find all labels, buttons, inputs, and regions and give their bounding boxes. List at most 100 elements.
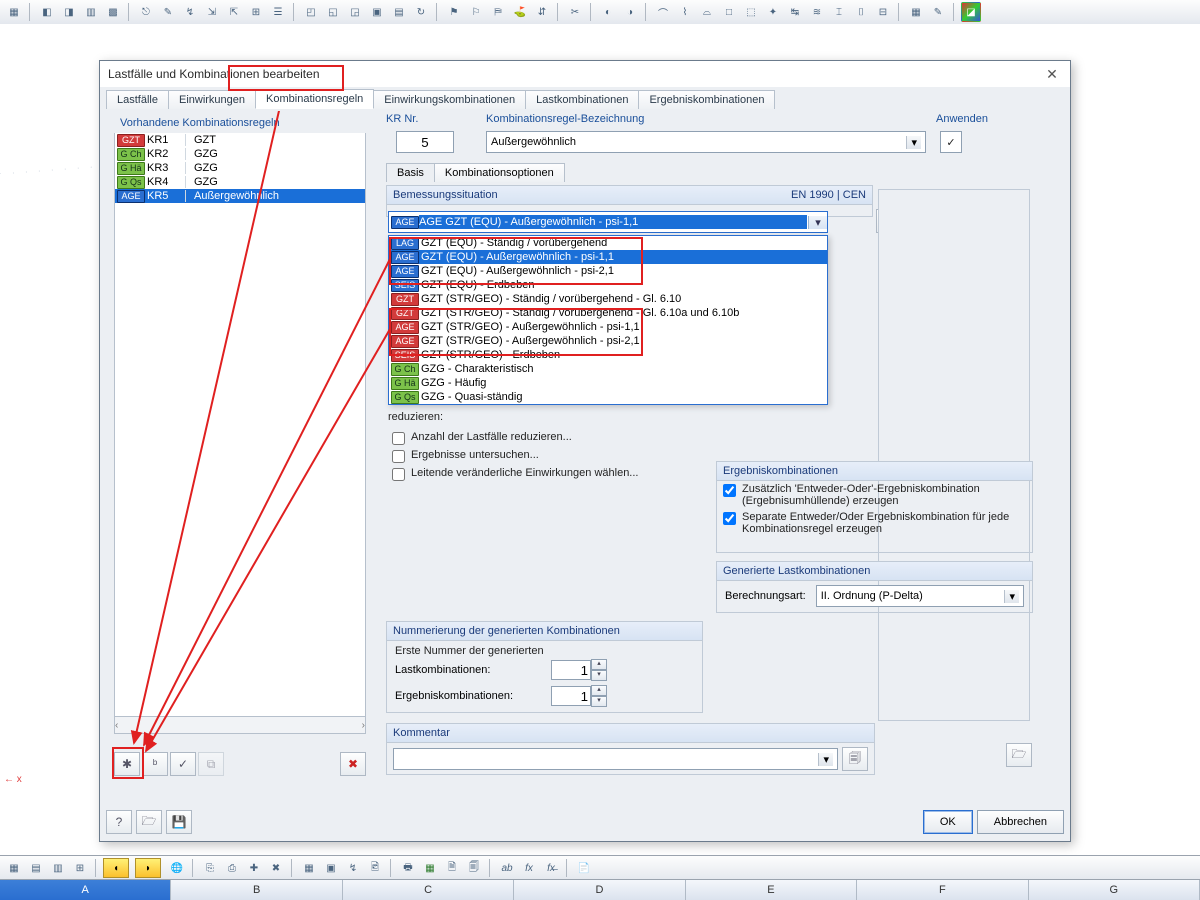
- toolbar-button[interactable]: ↹: [785, 2, 805, 22]
- dropdown-item[interactable]: AGEGZT (EQU) - Außergewöhnlich - psi-2,1: [389, 264, 827, 278]
- rule-row[interactable]: G ChKR2GZG: [115, 147, 365, 161]
- toolbar-button[interactable]: ☰: [268, 2, 288, 22]
- dropdown-item[interactable]: SEISGZT (EQU) - Erdbeben: [389, 278, 827, 292]
- tab-lastkombinationen[interactable]: Lastkombinationen: [525, 90, 639, 109]
- dropdown-item[interactable]: AGEGZT (STR/GEO) - Außergewöhnlich - psi…: [389, 320, 827, 334]
- comment-pick-button[interactable]: 🗐: [842, 747, 868, 771]
- dropdown-item[interactable]: GZTGZT (STR/GEO) - Ständig / vorübergehe…: [389, 306, 827, 320]
- dropdown-item[interactable]: G QsGZG - Quasi-ständig: [389, 390, 827, 404]
- dropdown-item[interactable]: G ChGZG - Charakteristisch: [389, 362, 827, 376]
- column-header[interactable]: G: [1029, 880, 1200, 900]
- column-headers[interactable]: ABCDEFG: [0, 879, 1200, 900]
- toolbar-button[interactable]: ◐: [598, 2, 618, 22]
- toolbar-button[interactable]: ⇲: [202, 2, 222, 22]
- toolbar-button[interactable]: ◲: [345, 2, 365, 22]
- toolbar-button[interactable]: fx: [519, 858, 539, 878]
- toolbar-button[interactable]: fx̶: [541, 858, 561, 878]
- toolbar-button[interactable]: ▣: [321, 858, 341, 878]
- delete-button[interactable]: ✖: [340, 752, 366, 776]
- design-situation-dropdown[interactable]: LAGGZT (EQU) - Ständig / vorübergehendAG…: [388, 235, 828, 405]
- toolbar-button[interactable]: ↯: [343, 858, 363, 878]
- toolbar-button[interactable]: 🗐: [464, 858, 484, 878]
- column-header[interactable]: F: [857, 880, 1028, 900]
- calc-type-select[interactable]: II. Ordnung (P-Delta): [816, 585, 1024, 607]
- toolbar-button[interactable]: ▥: [81, 2, 101, 22]
- toolbar-button[interactable]: ◧: [37, 2, 57, 22]
- toolbar-button[interactable]: ▦: [420, 858, 440, 878]
- comment-combo[interactable]: [393, 748, 838, 770]
- ok-button[interactable]: OK: [923, 810, 973, 834]
- reduce-loadcases-checkbox[interactable]: Anzahl der Lastfälle reduzieren...: [386, 429, 696, 447]
- toolbar-button[interactable]: ⎘: [200, 858, 220, 878]
- toolbar-button[interactable]: ab: [497, 858, 517, 878]
- toolbar-button[interactable]: ⬚: [741, 2, 761, 22]
- dropdown-item[interactable]: SEISGZT (STR/GEO) - Erdbeben: [389, 348, 827, 362]
- column-header[interactable]: C: [343, 880, 514, 900]
- dropdown-item[interactable]: GZTGZT (STR/GEO) - Ständig / vorübergehe…: [389, 292, 827, 306]
- toolbar-button[interactable]: ⛳: [510, 2, 530, 22]
- toolbar-button[interactable]: ◑: [620, 2, 640, 22]
- column-header[interactable]: E: [686, 880, 857, 900]
- toolbar-button[interactable]: ▦: [4, 2, 24, 22]
- loadcomb-start-spinner[interactable]: ▴▾: [551, 659, 607, 681]
- separate-either-or-checkbox[interactable]: Separate Entweder/Oder Ergebniskombinati…: [717, 509, 1032, 537]
- toolbar-button[interactable]: ◱: [323, 2, 343, 22]
- toolbar-button[interactable]: ▣: [367, 2, 387, 22]
- toolbar-button[interactable]: ⚑: [444, 2, 464, 22]
- toolbar-button[interactable]: ⇱: [224, 2, 244, 22]
- either-or-checkbox[interactable]: Zusätzlich 'Entweder-Oder'-Ergebniskombi…: [717, 481, 1032, 509]
- toolbar-button[interactable]: ✂: [565, 2, 585, 22]
- toolbar-button[interactable]: ✖: [266, 858, 286, 878]
- dropdown-item[interactable]: G HäGZG - Häufig: [389, 376, 827, 390]
- toolbar-button[interactable]: ⊞: [246, 2, 266, 22]
- examine-results-checkbox[interactable]: Ergebnisse untersuchen...: [386, 447, 696, 465]
- toolbar-button[interactable]: ↯: [180, 2, 200, 22]
- toolbar-button[interactable]: 📄: [574, 858, 594, 878]
- close-icon[interactable]: ✕: [1042, 64, 1062, 84]
- toolbar-button[interactable]: ▦: [906, 2, 926, 22]
- leading-actions-checkbox[interactable]: Leitende veränderliche Einwirkungen wähl…: [386, 465, 696, 483]
- toolbar-button[interactable]: ▦: [299, 858, 319, 878]
- toolbar-button[interactable]: ◪: [961, 2, 981, 22]
- column-header[interactable]: D: [514, 880, 685, 900]
- mode-indicator[interactable]: ◖: [103, 858, 129, 878]
- toolbar-button[interactable]: ⚐: [466, 2, 486, 22]
- kr-nr-input[interactable]: [396, 131, 454, 153]
- mode-indicator[interactable]: ◗: [135, 858, 161, 878]
- toolbar-button[interactable]: ▦: [4, 858, 24, 878]
- rule-row[interactable]: G HäKR3GZG: [115, 161, 365, 175]
- toolbar-button[interactable]: ⊞: [70, 858, 90, 878]
- toolbar-button[interactable]: ↻: [411, 2, 431, 22]
- dropdown-item[interactable]: AGEGZT (EQU) - Außergewöhnlich - psi-1,1: [389, 250, 827, 264]
- chevron-down-icon[interactable]: ▾: [808, 216, 827, 229]
- toolbar-button[interactable]: ⇵: [532, 2, 552, 22]
- toolbar-button[interactable]: 🗎: [442, 858, 462, 878]
- subtab-basis[interactable]: Basis: [386, 163, 435, 182]
- toolbar-button[interactable]: ⎋: [136, 2, 156, 22]
- toolbar-button[interactable]: ⌇: [675, 2, 695, 22]
- save-button[interactable]: 💾: [166, 810, 192, 834]
- toolbar-button[interactable]: 🖶: [398, 858, 418, 878]
- subtab-kombinationsoptionen[interactable]: Kombinationsoptionen: [434, 163, 565, 182]
- rule-row[interactable]: AGEKR5Außergewöhnlich: [115, 189, 365, 203]
- dropdown-item[interactable]: AGEGZT (STR/GEO) - Außergewöhnlich - psi…: [389, 334, 827, 348]
- toolbar-button[interactable]: ⎙: [222, 858, 242, 878]
- rename-button[interactable]: ᵇ: [142, 752, 168, 776]
- toolbar-button[interactable]: ⌶: [829, 2, 849, 22]
- tab-lastfälle[interactable]: Lastfälle: [106, 90, 169, 109]
- column-header[interactable]: A: [0, 880, 171, 900]
- toolbar-button[interactable]: 🖻: [365, 858, 385, 878]
- rule-row[interactable]: G QsKR4GZG: [115, 175, 365, 189]
- toolbar-button[interactable]: ⌒: [653, 2, 673, 22]
- rule-name-combo[interactable]: Außergewöhnlich: [486, 131, 926, 153]
- settings-button[interactable]: 🗁: [1006, 743, 1032, 767]
- rule-row[interactable]: GZTKR1GZT: [115, 133, 365, 147]
- cancel-button[interactable]: Abbrechen: [977, 810, 1064, 834]
- design-situation-combo[interactable]: AGE AGE GZT (EQU) - Außergewöhnlich - ps…: [388, 211, 828, 233]
- resultcomb-start-spinner[interactable]: ▴▾: [551, 685, 607, 707]
- apply-checkbox[interactable]: ✓: [940, 131, 962, 153]
- toolbar-button[interactable]: ✚: [244, 858, 264, 878]
- rules-scrollbar[interactable]: ‹›: [115, 716, 365, 733]
- tab-einwirkungen[interactable]: Einwirkungen: [168, 90, 256, 109]
- check-button[interactable]: ✓: [170, 752, 196, 776]
